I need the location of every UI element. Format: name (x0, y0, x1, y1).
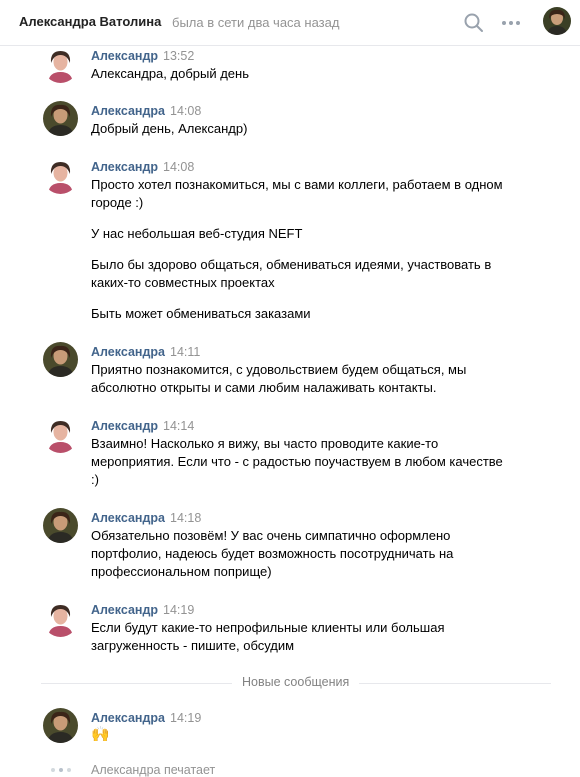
message-author[interactable]: Александра (91, 511, 165, 525)
message-author[interactable]: Александр (91, 419, 158, 433)
message-time[interactable]: 14:08 (170, 104, 201, 118)
contact-avatar[interactable] (543, 7, 571, 35)
raising-hands-emoji: 🙌 (91, 726, 110, 743)
message-paragraph: Добрый день, Александр) (91, 121, 248, 136)
message-text: Приятно познакомится, с удовольствием бу… (91, 361, 511, 397)
avatar-alexander[interactable] (43, 418, 78, 453)
typing-dots-icon (51, 768, 71, 772)
message-author[interactable]: Александр (91, 49, 158, 63)
message-author[interactable]: Александра (91, 104, 165, 118)
message-paragraph: Взаимно! Насколько я вижу, вы часто пров… (91, 436, 503, 487)
message-paragraph: Быть может обмениваться заказами (91, 306, 311, 321)
message-author[interactable]: Александр (91, 160, 158, 174)
message-time[interactable]: 14:14 (163, 419, 194, 433)
message-time[interactable]: 14:11 (170, 345, 200, 359)
message-author[interactable]: Александра (91, 711, 165, 725)
message-paragraph: У нас небольшая веб-студия NEFT (91, 226, 303, 241)
message-time[interactable]: 14:08 (163, 160, 194, 174)
more-icon[interactable] (500, 14, 522, 32)
message-paragraph: Было бы здорово общаться, обмениваться и… (91, 257, 492, 290)
message-time[interactable]: 14:19 (170, 711, 201, 725)
message-author[interactable]: Александра (91, 345, 165, 359)
avatar-alexandra[interactable] (43, 508, 78, 543)
avatar-alexandra[interactable] (43, 101, 78, 136)
message-paragraph: Приятно познакомится, с удовольствием бу… (91, 362, 467, 395)
avatar-alexandra[interactable] (43, 708, 78, 743)
message-text: Взаимно! Насколько я вижу, вы часто пров… (91, 435, 511, 489)
avatar-alexandra[interactable] (43, 342, 78, 377)
contact-status: была в сети два часа назад (172, 15, 340, 30)
new-messages-label: Новые сообщения (232, 675, 360, 689)
message-paragraph: Просто хотел познакомиться, мы с вами ко… (91, 177, 503, 210)
message-text: Если будут какие-то непрофильные клиенты… (91, 619, 511, 655)
message-text: Обязательно позовём! У вас очень симпати… (91, 527, 511, 581)
message-text: Александра, добрый день (91, 65, 511, 83)
avatar-alexander[interactable] (43, 159, 78, 194)
contact-name[interactable]: Александра Ватолина (19, 14, 161, 29)
message-paragraph: Александра, добрый день (91, 66, 249, 81)
message-paragraph: Если будут какие-то непрофильные клиенты… (91, 620, 445, 653)
message-time[interactable]: 14:19 (163, 603, 194, 617)
message-text: Добрый день, Александр) (91, 120, 511, 138)
message-text: Просто хотел познакомиться, мы с вами ко… (91, 176, 511, 323)
message-time[interactable]: 14:18 (170, 511, 201, 525)
message-time[interactable]: 13:52 (163, 49, 194, 63)
avatar-alexander[interactable] (43, 48, 78, 83)
search-icon[interactable] (463, 12, 485, 34)
avatar-alexander[interactable] (43, 602, 78, 637)
chat-header: Александра Ватолина была в сети два часа… (0, 0, 580, 46)
message-paragraph: Обязательно позовём! У вас очень симпати… (91, 528, 454, 579)
typing-indicator: Александра печатает (91, 763, 216, 777)
message-author[interactable]: Александр (91, 603, 158, 617)
